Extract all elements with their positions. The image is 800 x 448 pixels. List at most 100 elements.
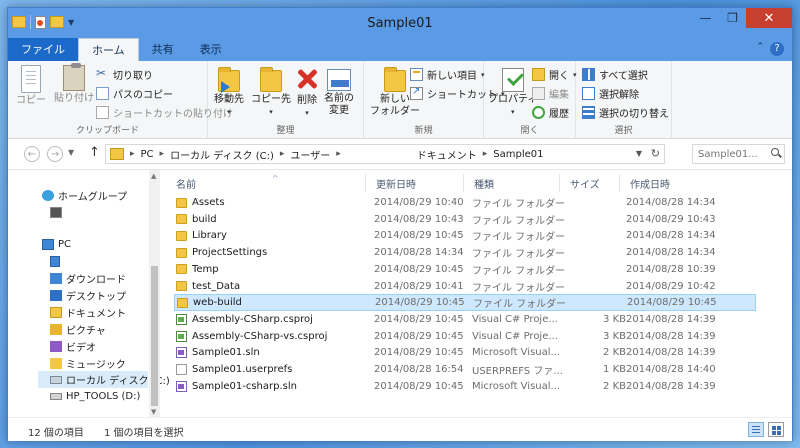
file-modified: 2014/08/29 10:45 bbox=[374, 313, 464, 325]
table-row[interactable]: Assembly-CSharp.csproj 2014/08/29 10:45 Vi… bbox=[174, 311, 756, 328]
address-row: ← → ▼ ↑ ▸ PC ▸ ローカル ディスク (C:) ▸ ユーザー ▸ ド… bbox=[8, 139, 792, 169]
file-name-cell: Temp bbox=[176, 264, 376, 275]
nav-item-user[interactable] bbox=[50, 204, 66, 221]
table-row[interactable]: Assets 2014/08/29 10:40 ファイル フォルダー 2014/08/… bbox=[174, 194, 756, 211]
tab-view[interactable]: 表示 bbox=[187, 38, 235, 61]
file-modified: 2014/08/28 14:34 bbox=[374, 247, 464, 259]
file-name: Library bbox=[192, 230, 227, 242]
file-modified: 2014/08/29 10:45 bbox=[374, 263, 464, 275]
nav-item-homegroup[interactable]: ホームグループ bbox=[42, 187, 127, 204]
refresh-icon[interactable]: ↻ bbox=[651, 147, 660, 160]
nav-label-music: ミュージック bbox=[66, 360, 126, 371]
csproj-file-icon bbox=[176, 313, 187, 325]
file-name-cell: web-build bbox=[177, 297, 377, 308]
nav-scrollbar-thumb[interactable] bbox=[151, 266, 158, 406]
scroll-up-icon[interactable]: ▲ bbox=[151, 172, 156, 180]
details-view-button[interactable] bbox=[748, 422, 764, 437]
minimize-button[interactable]: — bbox=[692, 8, 719, 28]
close-button[interactable]: ✕ bbox=[746, 8, 792, 28]
column-header-size[interactable]: サイズ bbox=[560, 174, 620, 192]
homegroup-icon bbox=[42, 190, 54, 201]
copy-to-button[interactable]: コピー先 ▾ bbox=[251, 65, 291, 118]
tab-share[interactable]: 共有 bbox=[139, 38, 187, 61]
address-bar[interactable]: ▸ PC ▸ ローカル ディスク (C:) ▸ ユーザー ▸ ドキュメント ▸ … bbox=[105, 144, 665, 164]
history-button[interactable]: 履歴 bbox=[532, 105, 569, 120]
column-header-type[interactable]: 種類 bbox=[464, 174, 560, 192]
table-row[interactable]: Sample01.userprefs 2014/08/28 16:54 USERPR… bbox=[174, 361, 756, 378]
table-row[interactable]: Sample01.sln 2014/08/29 10:45 Microsoft Vi… bbox=[174, 344, 756, 361]
nav-label-hp-tools: HP_TOOLS (D:) bbox=[66, 391, 141, 402]
scroll-down-icon[interactable]: ▼ bbox=[151, 408, 156, 416]
select-group-label: 選択 bbox=[614, 126, 633, 136]
select-none-button[interactable]: 選択解除 bbox=[582, 86, 639, 101]
nav-item-desktop[interactable]: デスクトップ bbox=[50, 287, 126, 304]
paste-button[interactable]: 貼り付け bbox=[54, 63, 94, 105]
maximize-button[interactable]: ❐ bbox=[719, 8, 746, 28]
rename-label-2: 変更 bbox=[329, 105, 349, 116]
open-button[interactable]: 開く ▾ bbox=[532, 67, 577, 82]
nav-item-music[interactable]: ミュージック bbox=[50, 355, 126, 372]
properties-big-icon bbox=[501, 68, 524, 92]
search-icon[interactable] bbox=[771, 148, 779, 156]
nav-item-downloads[interactable]: ダウンロード bbox=[50, 270, 126, 287]
file-name: Sample01-csharp.sln bbox=[192, 380, 297, 392]
column-header-name[interactable]: 名前 ^ bbox=[166, 174, 366, 192]
tab-file[interactable]: ファイル bbox=[8, 38, 78, 61]
file-modified: 2014/08/29 10:41 bbox=[374, 280, 464, 292]
nav-scrollbar[interactable]: ▲ ▼ bbox=[149, 170, 160, 418]
nav-item-pictures[interactable]: ピクチャ bbox=[50, 321, 106, 338]
table-row[interactable]: build 2014/08/29 10:43 ファイル フォルダー 2014/08/2… bbox=[174, 211, 756, 228]
copy-path-button[interactable]: パスのコピー bbox=[96, 86, 173, 101]
table-row[interactable]: Library 2014/08/29 10:45 ファイル フォルダー 2014/08… bbox=[174, 227, 756, 244]
properties-button[interactable]: プロパティ ▾ bbox=[488, 65, 537, 118]
file-name: build bbox=[192, 213, 217, 225]
cut-button[interactable]: 切り取り bbox=[96, 66, 153, 82]
rename-button[interactable]: 名前の 変更 bbox=[324, 65, 354, 117]
edit-label: 編集 bbox=[549, 90, 569, 101]
edit-button[interactable]: 編集 bbox=[532, 86, 569, 101]
file-size: 1 KB bbox=[603, 364, 626, 375]
breadcrumb-pc[interactable]: PC bbox=[141, 149, 154, 160]
nav-item-local-disk[interactable]: ローカル ディスク (C:) bbox=[38, 371, 170, 388]
file-type: ファイル フォルダー bbox=[472, 282, 564, 294]
breadcrumb-users[interactable]: ユーザー bbox=[290, 147, 330, 162]
nav-item-hp-tools[interactable]: HP_TOOLS (D:) bbox=[50, 388, 140, 405]
downloads-icon bbox=[50, 273, 62, 284]
column-header-modified[interactable]: 更新日時 bbox=[366, 174, 464, 192]
nav-item-network[interactable] bbox=[50, 253, 64, 270]
invert-selection-button[interactable]: 選択の切り替え bbox=[582, 105, 669, 120]
up-arrow-icon[interactable]: ↑ bbox=[89, 145, 100, 160]
table-row[interactable]: Temp 2014/08/29 10:45 ファイル フォルダー 2014/08/28… bbox=[174, 261, 756, 278]
help-icon[interactable]: ? bbox=[770, 42, 784, 56]
back-button[interactable]: ← bbox=[24, 146, 40, 162]
table-row[interactable]: Assembly-CSharp-vs.csproj 2014/08/29 10:4… bbox=[174, 328, 756, 345]
table-row[interactable]: web-build 2014/08/29 10:45 ファイル フォルダー 2014/… bbox=[174, 294, 756, 312]
nav-item-documents[interactable]: ドキュメント bbox=[50, 304, 126, 321]
table-row[interactable]: ProjectSettings 2014/08/28 14:34 ファイル フォルダ… bbox=[174, 244, 756, 261]
column-name-label: 名前 bbox=[176, 179, 196, 191]
move-to-button[interactable]: 移動先 ▾ bbox=[214, 65, 244, 118]
clipboard-group: コピー 貼り付け 切り取り パスのコピー ショートカットの貼り付け クリップボー… bbox=[8, 61, 233, 139]
tab-home[interactable]: ホーム bbox=[78, 38, 139, 61]
select-all-button[interactable]: すべて選択 bbox=[582, 67, 648, 82]
ribbon-collapse-icon[interactable]: ⌃ bbox=[756, 42, 764, 52]
copy-button[interactable]: コピー bbox=[16, 65, 46, 107]
delete-button[interactable]: 削除 ▾ bbox=[294, 65, 320, 119]
breadcrumb-local-disk[interactable]: ローカル ディスク (C:) bbox=[170, 147, 274, 162]
new-item-button[interactable]: 新しい項目 ▾ bbox=[410, 67, 485, 82]
breadcrumb-sample01[interactable]: Sample01 bbox=[493, 149, 543, 160]
table-row[interactable]: Sample01-csharp.sln 2014/08/29 10:45 Micro… bbox=[174, 378, 756, 395]
breadcrumb-documents[interactable]: ドキュメント bbox=[417, 147, 477, 162]
address-dropdown-icon[interactable]: ▼ bbox=[636, 149, 642, 158]
nav-item-videos[interactable]: ビデオ bbox=[50, 338, 96, 355]
forward-button[interactable]: → bbox=[47, 146, 63, 162]
copy-path-icon bbox=[96, 87, 109, 100]
file-name: Sample01.sln bbox=[192, 347, 260, 359]
column-header-created[interactable]: 作成日時 bbox=[620, 174, 740, 192]
large-icons-view-button[interactable] bbox=[768, 422, 784, 437]
nav-item-pc[interactable]: PC bbox=[42, 236, 71, 253]
sort-ascending-icon: ^ bbox=[272, 174, 279, 183]
file-type: Microsoft Visual... bbox=[472, 347, 561, 359]
recent-locations-dropdown-icon[interactable]: ▼ bbox=[68, 148, 74, 157]
table-row[interactable]: test_Data 2014/08/29 10:41 ファイル フォルダー 2014/… bbox=[174, 278, 756, 295]
